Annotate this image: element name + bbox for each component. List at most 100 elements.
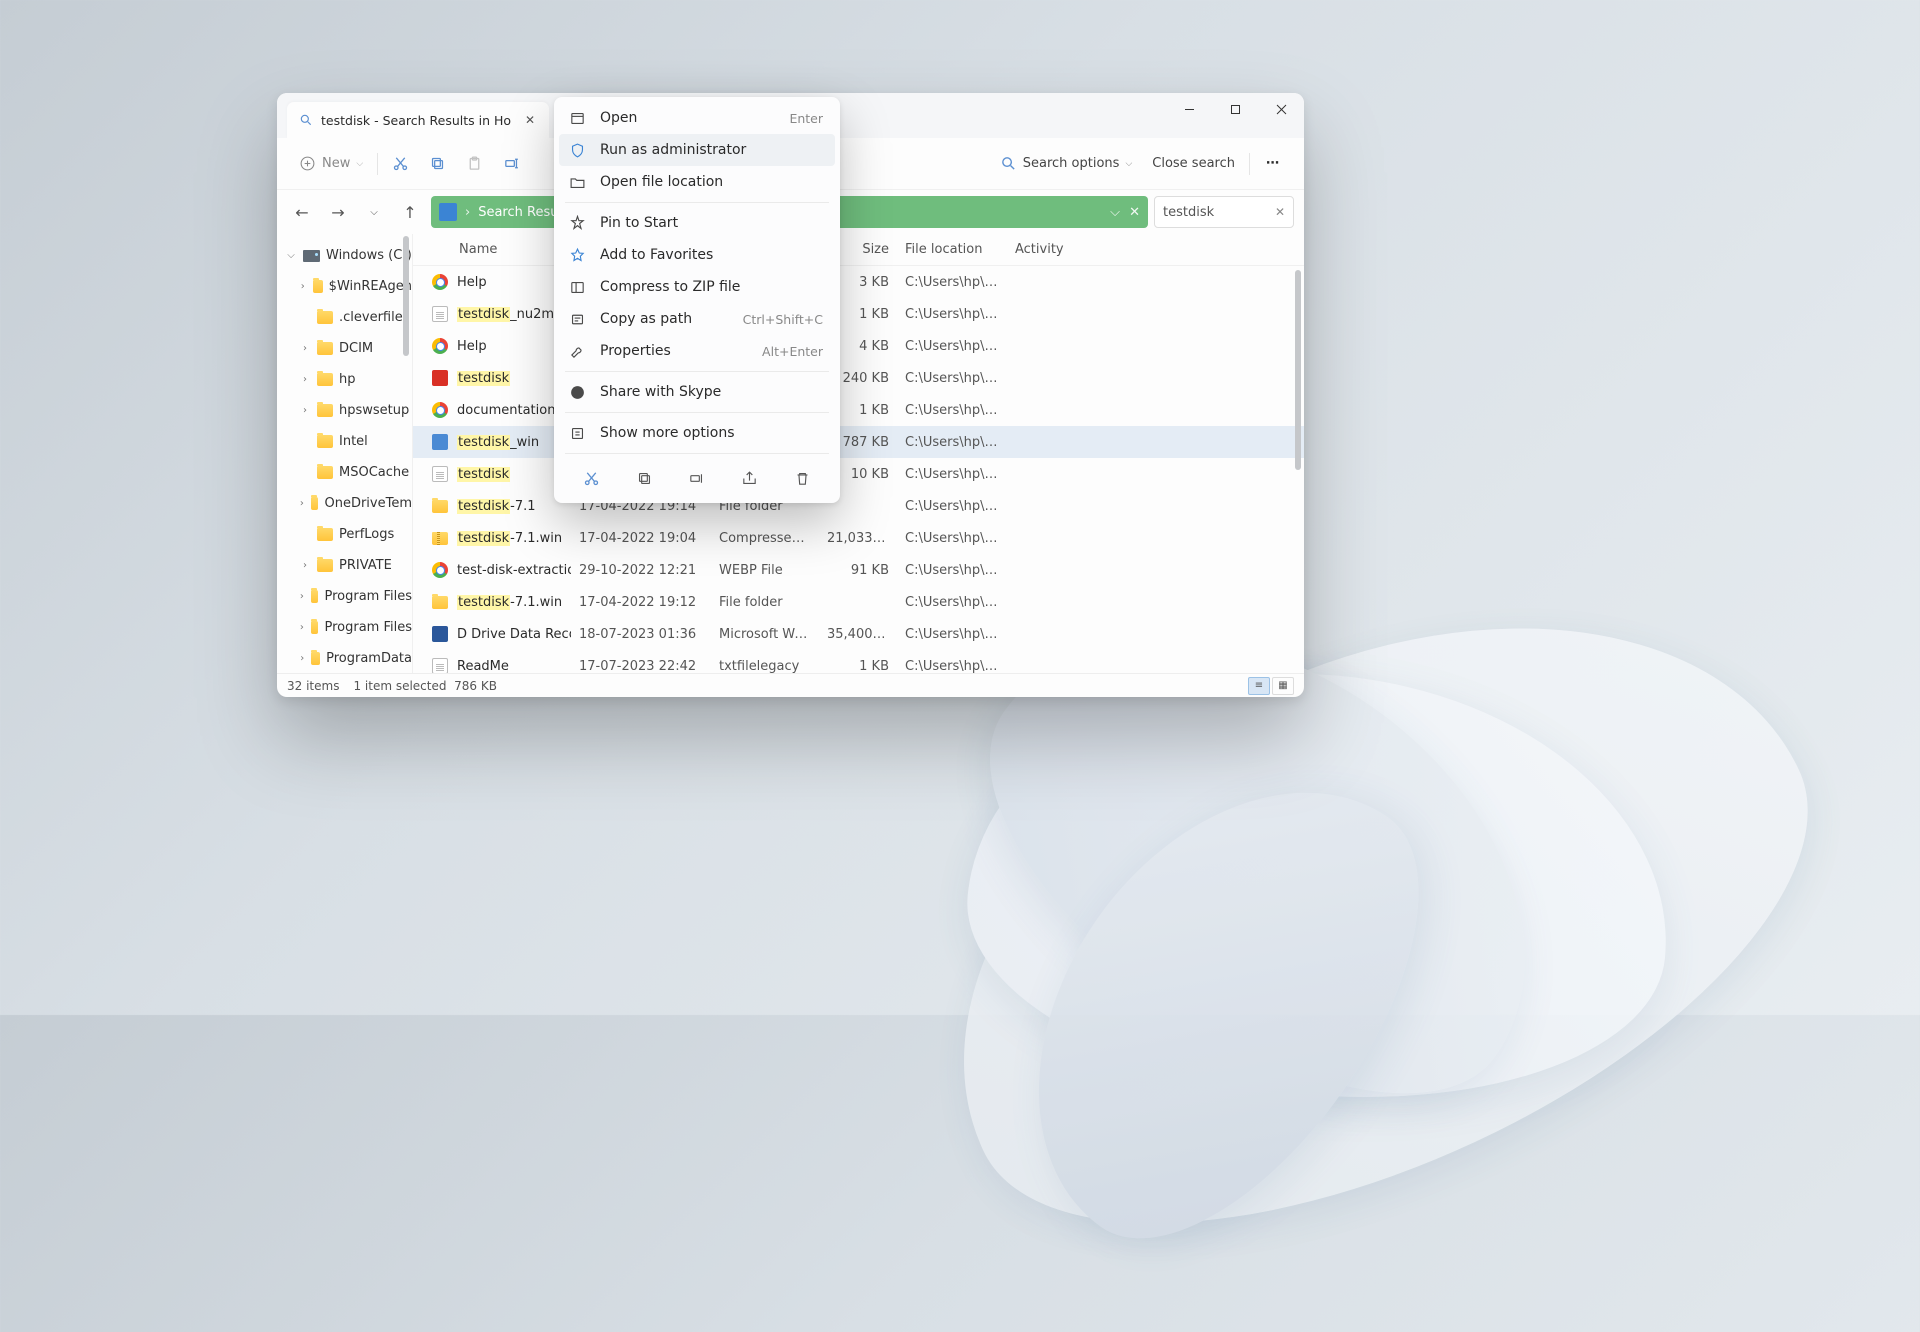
context-menu: Open Enter Run as administrator Open fil… <box>554 97 840 503</box>
tab-title: testdisk - Search Results in Ho <box>321 113 511 128</box>
txt-icon <box>432 306 448 322</box>
file-row[interactable]: testdisk_win 787 KB C:\Users\hp\Down... <box>413 426 1304 458</box>
zip-icon <box>432 532 448 545</box>
folder-icon <box>317 373 333 386</box>
recent-button[interactable]: ⌵ <box>359 197 389 227</box>
details-view-button[interactable]: ≡ <box>1248 677 1270 695</box>
chrome-icon <box>432 562 448 578</box>
tree-item[interactable]: ›DCIM <box>277 333 412 364</box>
menu-cut-button[interactable] <box>575 463 607 493</box>
chrome-icon <box>432 274 448 290</box>
more-button[interactable]: ⋯ <box>1256 147 1290 181</box>
file-row[interactable]: testdisk-7.1.win 17-04-2022 19:12 File f… <box>413 586 1304 618</box>
rename-button[interactable] <box>495 147 528 181</box>
clear-search-button[interactable]: ✕ <box>1275 205 1285 219</box>
tree-item[interactable]: ›ProgramData <box>277 643 412 673</box>
file-row[interactable]: testdisk_nu2men 1 KB C:\Users\hp\Down... <box>413 298 1304 330</box>
menu-add-favorites[interactable]: Add to Favorites <box>559 239 835 271</box>
folder-icon <box>311 590 319 603</box>
file-row[interactable]: testdisk 240 KB C:\Users\hp\Down... <box>413 362 1304 394</box>
rename-icon <box>503 155 520 172</box>
menu-properties[interactable]: Properties Alt+Enter <box>559 335 835 367</box>
icons-view-button[interactable]: ▦ <box>1272 677 1294 695</box>
menu-open[interactable]: Open Enter <box>559 102 835 134</box>
menu-delete-button[interactable] <box>787 463 819 493</box>
menu-rename-button[interactable] <box>681 463 713 493</box>
menu-show-more[interactable]: Show more options <box>559 417 835 449</box>
open-icon <box>569 110 586 127</box>
file-row[interactable]: testdisk-7.1.win 17-04-2022 19:04 Compre… <box>413 522 1304 554</box>
search-input[interactable]: testdisk ✕ <box>1154 196 1294 228</box>
close-search-button[interactable]: Close search <box>1144 147 1243 181</box>
plus-circle-icon <box>299 155 316 172</box>
chrome-icon <box>432 402 448 418</box>
copy-button[interactable] <box>421 147 454 181</box>
minimize-button[interactable] <box>1166 93 1212 125</box>
scissors-icon <box>392 155 409 172</box>
drive-icon <box>303 250 320 262</box>
tab-active[interactable]: testdisk - Search Results in Ho ✕ <box>287 102 549 138</box>
column-location[interactable]: File location <box>897 242 1007 257</box>
clipboard-icon <box>466 155 483 172</box>
chevron-down-icon: ⌵ <box>356 159 363 169</box>
menu-pin-start[interactable]: Pin to Start <box>559 207 835 239</box>
menu-compress-zip[interactable]: Compress to ZIP file <box>559 271 835 303</box>
tree-item-drive[interactable]: ⌵ Windows (C:) <box>277 240 412 271</box>
file-row[interactable]: ReadMe 17-07-2023 22:42 txtfilelegacy 1 … <box>413 650 1304 673</box>
search-icon <box>1000 155 1017 172</box>
maximize-button[interactable] <box>1212 93 1258 125</box>
nav-tree: ⌵ Windows (C:) ›$WinREAgen›.cleverfiles›… <box>277 234 412 673</box>
tree-item[interactable]: ›OneDriveTem <box>277 488 412 519</box>
column-activity[interactable]: Activity <box>1007 242 1087 257</box>
tree-item[interactable]: ›Program Files <box>277 612 412 643</box>
file-row[interactable]: test-disk-extraction 29-10-2022 12:21 WE… <box>413 554 1304 586</box>
file-row[interactable]: testdisk 10 KB C:\Users\hp\Down... <box>413 458 1304 490</box>
tree-item[interactable]: ›PRIVATE <box>277 550 412 581</box>
folder-icon <box>317 311 333 324</box>
menu-copy-button[interactable] <box>628 463 660 493</box>
scrollbar[interactable] <box>403 236 409 356</box>
folder-icon <box>311 497 319 510</box>
menu-copy-path[interactable]: Copy as path Ctrl+Shift+C <box>559 303 835 335</box>
skype-icon <box>569 384 586 401</box>
tree-item[interactable]: ›MSOCache <box>277 457 412 488</box>
menu-share-button[interactable] <box>734 463 766 493</box>
scrollbar[interactable] <box>1295 270 1301 470</box>
copy-icon <box>429 155 446 172</box>
menu-open-location[interactable]: Open file location <box>559 166 835 198</box>
folder-icon <box>432 500 448 513</box>
back-button[interactable]: ← <box>287 197 317 227</box>
clear-address-button[interactable]: ✕ <box>1129 205 1140 220</box>
search-options-button[interactable]: Search options ⌵ <box>992 147 1141 181</box>
tree-item[interactable]: ›hp <box>277 364 412 395</box>
menu-run-admin[interactable]: Run as administrator <box>559 134 835 166</box>
tree-item[interactable]: ›hpswsetup <box>277 395 412 426</box>
column-name[interactable]: Name <box>431 242 571 257</box>
menu-share-skype[interactable]: Share with Skype <box>559 376 835 408</box>
more-icon <box>569 425 586 442</box>
file-row[interactable]: testdisk-7.1 17-04-2022 19:14 File folde… <box>413 490 1304 522</box>
chevron-down-icon: ⌵ <box>1125 159 1132 169</box>
folder-icon <box>317 466 333 479</box>
tree-item[interactable]: ›.cleverfiles <box>277 302 412 333</box>
close-button[interactable] <box>1258 93 1304 125</box>
tree-item[interactable]: ›PerfLogs <box>277 519 412 550</box>
file-row[interactable]: documentation 1 KB C:\Users\hp\Down... <box>413 394 1304 426</box>
tree-item[interactable]: ›Program Files <box>277 581 412 612</box>
new-button[interactable]: New ⌵ <box>291 147 371 181</box>
up-button[interactable]: ↑ <box>395 197 425 227</box>
tree-item[interactable]: ›Intel <box>277 426 412 457</box>
folder-icon <box>313 280 323 293</box>
forward-button[interactable]: → <box>323 197 353 227</box>
wrench-icon <box>569 343 586 360</box>
tab-close-button[interactable]: ✕ <box>519 109 541 131</box>
folder-icon <box>439 203 457 221</box>
paste-button[interactable] <box>458 147 491 181</box>
file-row[interactable]: D Drive Data Recov... 18-07-2023 01:36 M… <box>413 618 1304 650</box>
file-row[interactable]: Help 3 KB C:\Users\hp\Down... <box>413 266 1304 298</box>
tree-item[interactable]: ›$WinREAgen <box>277 271 412 302</box>
folder-icon <box>317 528 333 541</box>
chevron-down-icon[interactable]: ⌵ <box>1110 205 1120 220</box>
file-row[interactable]: Help 4 KB C:\Users\hp\Down... <box>413 330 1304 362</box>
cut-button[interactable] <box>384 147 417 181</box>
